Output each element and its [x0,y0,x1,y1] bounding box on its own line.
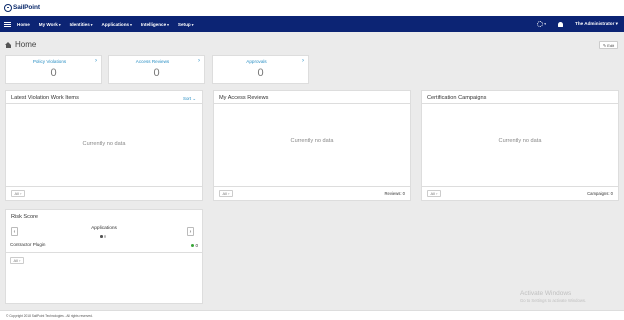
nav-item-identities[interactable]: Identities▾ [70,22,93,27]
carousel-dot[interactable] [103,235,106,238]
caret-down-icon: ▾ [130,22,132,27]
panel-footer: All › Campaigns: 0 [422,186,618,200]
all-button[interactable]: All › [11,190,25,197]
campaigns-count: Campaigns: 0 [587,191,613,196]
panel-footer: All › Reviews: 0 [214,186,410,200]
panel-title: Risk Score [11,214,39,220]
sailpoint-logo[interactable]: SailPoint [4,3,40,12]
stat-value: 0 [257,67,264,79]
pencil-icon: ✎ [602,42,607,48]
status-dot-icon [190,243,195,248]
caret-down-icon: ▾ [90,22,93,27]
chevron-right-icon: › [302,58,304,64]
settings-menu[interactable]: ▾ [537,21,546,27]
chevron-right-icon: › [198,58,200,64]
empty-message: Currently no data [290,138,334,144]
logo-bar: SailPoint [0,0,624,16]
risk-app-name[interactable]: Contractor Plugin [10,242,46,247]
panel-title: Latest Violation Work Items [11,95,79,101]
sailpoint-logo-icon [4,3,12,12]
risk-app-score: 0 [190,243,198,248]
panel-header: Certification Campaigns [422,91,618,104]
all-button[interactable]: All › [427,190,441,197]
page-header: Home [5,40,36,49]
edit-button[interactable]: ✎ Edit [599,41,618,49]
gear-icon [537,21,544,27]
reviews-count: Reviews: 0 [384,191,405,196]
home-icon [5,41,12,48]
approvals-card[interactable]: Approvals › 0 [212,55,309,84]
page-title: Home [15,40,37,49]
stat-label: Access Reviews [135,59,170,64]
nav-item-intelligence[interactable]: Intelligence▾ [141,22,169,27]
risk-score-panel: Risk Score [5,209,203,304]
empty-message: Currently no data [82,141,126,147]
empty-message: Currently no data [498,138,542,144]
nav-item-applications[interactable]: Applications▾ [102,22,132,27]
nav-item-home[interactable]: Home [17,22,30,27]
copyright-text: © Copyright 2018 SailPoint Technologies … [6,314,93,318]
hamburger-menu-icon[interactable] [4,21,11,27]
stat-label: Approvals [246,59,267,64]
user-menu[interactable]: The Administrator ▾ [575,21,618,27]
bell-icon[interactable] [558,21,564,27]
activate-windows-watermark: Activate Windows Go to Settings to activ… [520,290,587,303]
risk-category-label: Applications [91,226,117,231]
top-navbar: Home My Work▾ Identities▾ Applications▾ … [0,16,624,32]
violation-work-items-panel: Latest Violation Work Items Sort ⌄ Curre… [5,90,203,201]
panel-footer: All › [6,186,202,200]
policy-violations-card[interactable]: Policy Violations › 0 [5,55,102,84]
panel-title: Certification Campaigns [427,95,487,101]
nav-item-setup[interactable]: Setup▾ [178,22,194,27]
carousel-dots [100,235,106,238]
panel-header: Latest Violation Work Items Sort ⌄ [6,91,202,104]
certification-campaigns-panel: Certification Campaigns Currently no dat… [421,90,619,201]
stat-value: 0 [50,67,57,79]
caret-down-icon: ▾ [58,22,61,27]
sort-dropdown[interactable]: Sort ⌄ [183,96,196,102]
all-button[interactable]: All › [219,190,233,197]
my-access-reviews-panel: My Access Reviews Currently no data All … [213,90,411,201]
carousel-dot[interactable] [100,235,103,238]
all-button[interactable]: All › [10,257,24,264]
nav-item-my-work[interactable]: My Work▾ [39,22,61,27]
access-reviews-card[interactable]: Access Reviews › 0 [108,55,205,84]
panel-header: My Access Reviews [214,91,410,104]
caret-down-icon: ▾ [191,22,194,27]
stat-value: 0 [153,67,160,79]
footer: © Copyright 2018 SailPoint Technologies … [0,310,624,320]
caret-down-icon: ▾ [167,22,169,27]
stat-label: Policy Violations [32,59,67,64]
panel-title: My Access Reviews [219,95,269,101]
logo-text: SailPoint [13,4,40,11]
divider [5,252,203,253]
chevron-right-icon: › [95,58,97,64]
